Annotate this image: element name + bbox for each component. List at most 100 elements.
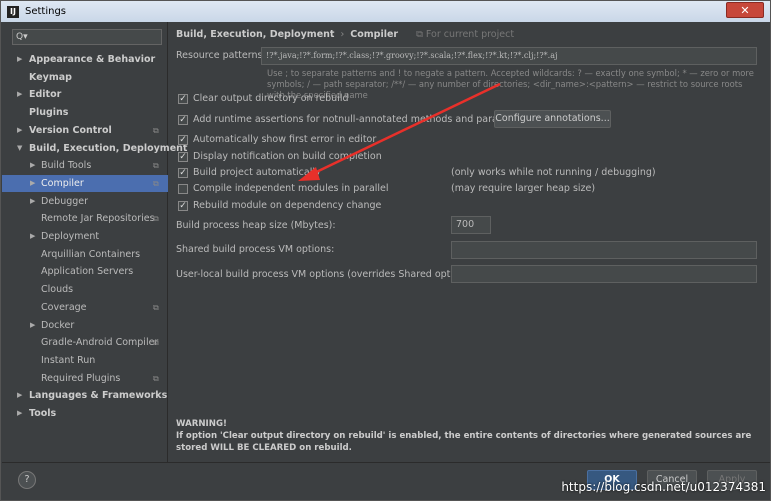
checkbox-box[interactable] (178, 183, 188, 194)
checkbox-display-notification-on[interactable]: ✓ Display notification on build completio… (178, 151, 382, 162)
sidebar-item-label: Clouds (41, 284, 74, 296)
sidebar-item-plugins[interactable]: Plugins (2, 104, 168, 121)
window-title: Settings (25, 6, 67, 17)
sidebar-item-required-plugins[interactable]: Required Plugins ⧉ (2, 370, 168, 387)
sidebar-item-gradle-android-compiler[interactable]: Gradle-Android Compiler ⧉ (2, 334, 168, 351)
sidebar-item-deployment[interactable]: ▶ Deployment (2, 228, 168, 245)
breadcrumb-separator: › (340, 29, 345, 40)
sidebar-item-coverage[interactable]: Coverage ⧉ (2, 299, 168, 316)
collapsed-arrow-icon[interactable]: ▶ (17, 387, 22, 404)
checkbox-label: Automatically show first error in editor (193, 134, 377, 145)
sidebar-item-application-servers[interactable]: Application Servers (2, 263, 168, 280)
sidebar-item-arquillian-containers[interactable]: Arquillian Containers (2, 246, 168, 263)
intellij-icon: IJ (7, 5, 19, 18)
checkbox-note: (may require larger heap size) (451, 183, 596, 194)
watermark: https://blog.csdn.net/u012374381 (561, 480, 766, 494)
collapsed-arrow-icon[interactable]: ▶ (30, 157, 35, 174)
settings-tree: Q▾ ▶ Appearance & Behavior Keymap ▶ Editor Pl… (2, 22, 187, 462)
sidebar-item-label: Remote Jar Repositories (41, 213, 155, 225)
heap-size-label: Build process heap size (Mbytes): (176, 220, 336, 231)
sidebar-item-appearance-behavior[interactable]: ▶ Appearance & Behavior (2, 51, 168, 68)
expanded-arrow-icon[interactable]: ▼ (17, 140, 22, 157)
compiler-settings-panel: Build, Execution, Deployment › Compiler ⧉ F… (169, 22, 771, 462)
sidebar-item-compiler[interactable]: ▶ Compiler ⧉ (2, 174, 168, 192)
shared-vm-options-input[interactable] (451, 241, 757, 259)
project-scope-icon: ⧉ (153, 338, 159, 348)
warning-title: WARNING! (176, 419, 227, 429)
configure-annotations-button[interactable]: Configure annotations... (494, 110, 611, 128)
sidebar-item-label: Arquillian Containers (41, 248, 141, 260)
collapsed-arrow-icon[interactable]: ▶ (17, 122, 22, 139)
checkbox-automatically-show-first[interactable]: ✓ Automatically show first error in edito… (178, 134, 376, 145)
sidebar-item-label: Gradle-Android Compiler (41, 337, 159, 349)
sidebar-item-label: Version Control (29, 124, 112, 136)
project-scope-icon: ⧉ (153, 214, 159, 224)
sidebar-item-languages-frameworks[interactable]: ▶ Languages & Frameworks (2, 387, 168, 404)
checkbox-label: Compile independent modules in parallel (193, 183, 389, 194)
checkbox-box[interactable]: ✓ (178, 134, 188, 145)
sidebar-item-label: Deployment (41, 231, 100, 242)
checkbox-note: (only works while not running / debuggin… (451, 167, 656, 178)
sidebar-item-editor[interactable]: ▶ Editor (2, 86, 168, 103)
collapsed-arrow-icon[interactable]: ▶ (17, 51, 22, 68)
checkbox-box[interactable]: ✓ (178, 167, 188, 178)
project-scope-icon: ⧉ (153, 125, 159, 135)
checkbox-label: Build project automatically (193, 167, 321, 178)
collapsed-arrow-icon[interactable]: ▶ (17, 86, 22, 103)
sidebar-item-build-execution-deployment[interactable]: ▼ Build, Execution, Deployment (2, 140, 187, 157)
collapsed-arrow-icon[interactable]: ▶ (30, 228, 35, 245)
sidebar-item-label: Coverage (41, 301, 87, 313)
close-button[interactable]: ✕ (726, 2, 764, 18)
checkbox-box[interactable]: ✓ (178, 93, 188, 104)
dialog-footer: ? OK Cancel Apply https://blog.csdn.net/… (2, 462, 770, 500)
warning-message: WARNING! If option 'Clear output directo… (176, 418, 766, 454)
sidebar-item-build-tools[interactable]: ▶ Build Tools ⧉ (2, 157, 168, 174)
checkbox-box[interactable]: ✓ (178, 114, 188, 125)
project-scope-icon: ⧉ (153, 178, 159, 188)
sidebar-item-version-control[interactable]: ▶ Version Control ⧉ (2, 122, 168, 139)
sidebar-item-label: Build, Execution, Deployment (29, 142, 188, 154)
sidebar-item-label: Editor (29, 89, 62, 101)
collapsed-arrow-icon[interactable]: ▶ (17, 405, 22, 422)
title-bar: IJ Settings ✕ (1, 1, 770, 22)
checkbox-rebuild-module-on[interactable]: ✓ Rebuild module on dependency change (178, 200, 381, 211)
checkbox-compile-independent-modules[interactable]: Compile independent modules in parallel (178, 183, 389, 194)
breadcrumb: Build, Execution, Deployment › Compiler ⧉ F… (176, 29, 514, 40)
sidebar-item-label: Plugins (29, 107, 69, 119)
user-vm-options-input[interactable] (451, 265, 757, 283)
checkbox-label: Display notification on build completion (193, 151, 382, 162)
collapsed-arrow-icon[interactable]: ▶ (30, 193, 35, 210)
sidebar-item-label: Build Tools (41, 160, 92, 172)
sidebar-item-label: Tools (29, 408, 57, 419)
checkbox-box[interactable]: ✓ (178, 200, 188, 211)
sidebar-item-remote-jar-repositories[interactable]: Remote Jar Repositories ⧉ (2, 210, 168, 227)
scope-label: ⧉ For current project (416, 29, 515, 40)
sidebar-item-debugger[interactable]: ▶ Debugger (2, 193, 168, 210)
sidebar-item-clouds[interactable]: Clouds (2, 281, 168, 298)
project-scope-icon: ⧉ (153, 161, 159, 171)
search-input[interactable]: Q▾ (12, 29, 162, 45)
help-button[interactable]: ? (18, 471, 36, 489)
checkbox-add-runtime-assertions[interactable]: ✓ Add runtime assertions for notnull-anno… (178, 114, 531, 125)
warning-text: If option 'Clear output directory on reb… (176, 431, 752, 453)
collapsed-arrow-icon[interactable]: ▶ (30, 175, 35, 192)
collapsed-arrow-icon[interactable]: ▶ (30, 317, 35, 334)
settings-window: IJ Settings ✕ Q▾ ▶ Appearance & Behavior K… (0, 0, 771, 501)
checkbox-build-project-automatically[interactable]: ✓ Build project automatically (178, 167, 321, 178)
sidebar-item-label: Keymap (29, 71, 72, 83)
resource-patterns-input[interactable]: !?*.java;!?*.form;!?*.class;!?*.groovy;!… (261, 47, 757, 65)
sidebar-item-tools[interactable]: ▶ Tools (2, 405, 168, 422)
checkbox-box[interactable]: ✓ (178, 151, 188, 162)
sidebar-item-docker[interactable]: ▶ Docker (2, 317, 168, 334)
breadcrumb-parent[interactable]: Build, Execution, Deployment (176, 29, 334, 40)
sidebar-item-instant-run[interactable]: Instant Run (2, 352, 168, 369)
heap-size-input[interactable]: 700 (451, 216, 491, 234)
sidebar-item-keymap[interactable]: Keymap (2, 69, 168, 86)
sidebar-item-label: Languages & Frameworks (29, 390, 168, 402)
checkbox-label: Clear output directory on rebuild (193, 93, 349, 104)
checkbox-clear-output-directory[interactable]: ✓ Clear output directory on rebuild (178, 93, 349, 104)
checkbox-label: Add runtime assertions for notnull-annot… (193, 114, 532, 125)
sidebar-item-label: Required Plugins (41, 372, 121, 384)
project-scope-icon: ⧉ (153, 302, 159, 312)
sidebar-item-label: Compiler (41, 177, 84, 189)
